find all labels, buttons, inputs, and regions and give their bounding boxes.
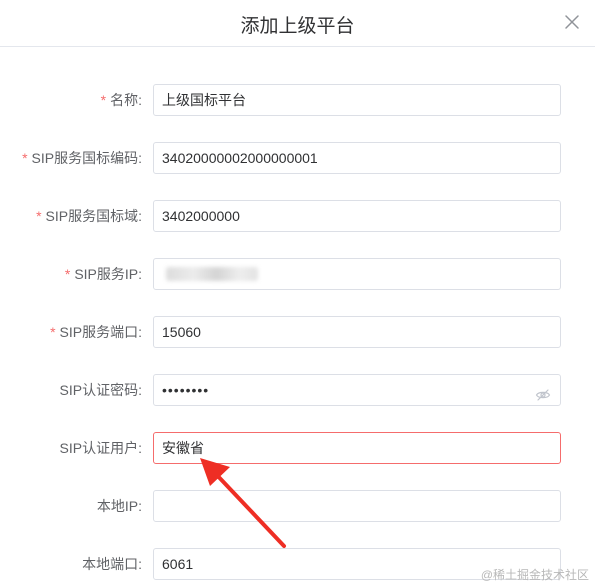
sip-id-input[interactable]: 34020000002000000001	[153, 142, 561, 174]
field-label-sip-ip: * SIP服务IP:	[64, 266, 142, 282]
form-row-sip-password: SIP认证密码: ••••••••	[0, 374, 595, 406]
blurred-value	[166, 267, 258, 281]
field-label-sip-port: * SIP服务端口:	[50, 324, 142, 340]
form-row-sip-ip: * SIP服务IP:	[0, 258, 595, 290]
form-row-sip-port: * SIP服务端口: 15060	[0, 316, 595, 348]
required-mark: *	[100, 92, 107, 108]
sip-ip-input[interactable]	[153, 258, 561, 290]
watermark: @稀土掘金技术社区	[480, 568, 589, 582]
field-label-local-port: 本地端口:	[82, 556, 142, 572]
name-input[interactable]: 上级国标平台	[153, 84, 561, 116]
sip-domain-input[interactable]: 3402000000	[153, 200, 561, 232]
password-value: ••••••••	[162, 382, 210, 398]
field-label-sip-domain: * SIP服务国标域:	[36, 208, 142, 224]
required-mark: *	[22, 150, 28, 166]
field-label-sip-password: SIP认证密码:	[59, 382, 142, 398]
field-label-sip-id: * SIP服务国标编码:	[22, 150, 142, 166]
local-ip-input[interactable]	[153, 490, 561, 522]
close-icon[interactable]	[563, 13, 581, 31]
form-row-sip-domain: * SIP服务国标域: 3402000000	[0, 200, 595, 232]
dialog-title: 添加上级平台	[240, 16, 355, 37]
required-mark: *	[36, 208, 42, 224]
required-mark: *	[64, 266, 71, 282]
sip-user-input[interactable]: 安徽省	[153, 432, 561, 464]
field-label-sip-user: SIP认证用户:	[59, 440, 142, 456]
field-label-local-ip: 本地IP:	[96, 498, 142, 514]
sip-port-input[interactable]: 15060	[153, 316, 561, 348]
eye-slash-icon[interactable]	[535, 383, 551, 401]
field-label-name: * 名称:	[100, 92, 142, 108]
dialog-header: 添加上级平台	[0, 0, 595, 47]
form-row-sip-id: * SIP服务国标编码: 34020000002000000001	[0, 142, 595, 174]
sip-password-input[interactable]: ••••••••	[153, 374, 561, 406]
form-row-name: * 名称: 上级国标平台	[0, 84, 595, 116]
form-row-local-ip: 本地IP:	[0, 490, 595, 522]
required-mark: *	[50, 324, 56, 340]
form-row-sip-user: SIP认证用户: 安徽省	[0, 432, 595, 464]
